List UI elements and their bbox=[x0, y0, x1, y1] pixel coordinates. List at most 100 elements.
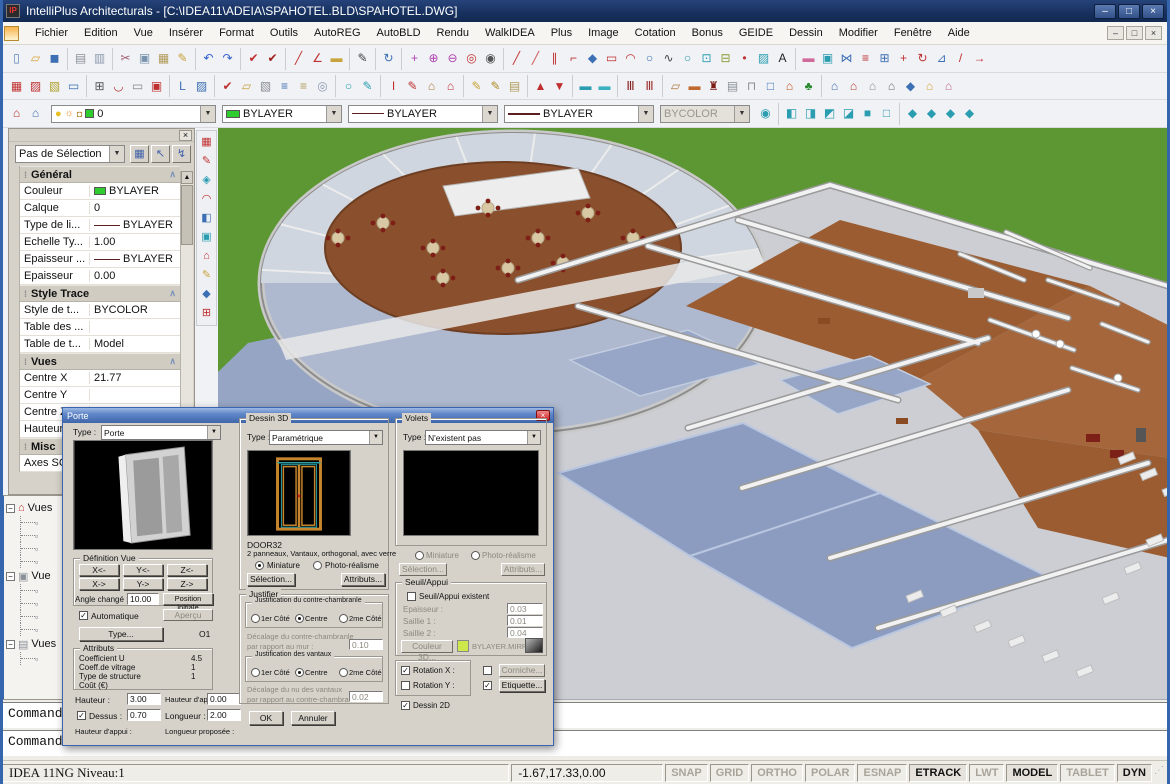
menu-aide[interactable]: Aide bbox=[940, 24, 978, 42]
toggle-ortho[interactable]: ORTHO bbox=[751, 764, 803, 782]
railing-edit-icon[interactable]: Ⅲ bbox=[640, 77, 659, 96]
wall-type-icon[interactable]: ▧ bbox=[45, 77, 64, 96]
title-bar[interactable]: IP IntelliPlus Architecturals - [C:\IDEA… bbox=[0, 0, 1170, 22]
pick-arrow-icon[interactable]: ↖ bbox=[151, 145, 170, 163]
wall-icon[interactable]: ▦ bbox=[7, 77, 26, 96]
ruler-icon[interactable]: ▬ bbox=[327, 49, 346, 68]
cabinet-icon[interactable]: ▤ bbox=[723, 77, 742, 96]
longueur-field[interactable]: 2.00 bbox=[207, 709, 241, 721]
zoom-out-icon[interactable]: ⊖ bbox=[443, 49, 462, 68]
iso-ne-icon[interactable]: ◆ bbox=[941, 104, 960, 123]
menu-vue[interactable]: Vue bbox=[126, 24, 161, 42]
section-header-style-trace[interactable]: ⁞Style Trace∧ bbox=[20, 285, 180, 302]
sofa-icon[interactable]: ▬ bbox=[685, 77, 704, 96]
roof-red-icon[interactable]: ⌂ bbox=[7, 104, 26, 123]
material-swatch[interactable] bbox=[525, 638, 543, 653]
menu-fichier[interactable]: Fichier bbox=[27, 24, 76, 42]
door-2d-preview[interactable] bbox=[247, 450, 351, 536]
menu-inserer[interactable]: Insérer bbox=[161, 24, 211, 42]
v-2me-cote-radio[interactable] bbox=[339, 668, 348, 677]
layer-book-icon[interactable]: ▤ bbox=[505, 77, 524, 96]
property-row-calque[interactable]: Calque0 bbox=[20, 200, 180, 217]
menu-image[interactable]: Image bbox=[580, 24, 627, 42]
insert-block-icon[interactable]: ⊡ bbox=[697, 49, 716, 68]
chair-icon[interactable]: ♜ bbox=[704, 77, 723, 96]
rotation-x-checkbox[interactable]: ✓ bbox=[401, 666, 410, 675]
dessin-2d-checkbox[interactable]: ✓ bbox=[401, 701, 410, 710]
mirror-icon[interactable]: ⋈ bbox=[837, 49, 856, 68]
text-style-icon[interactable]: I bbox=[384, 77, 403, 96]
selection-button[interactable]: Sélection... bbox=[247, 573, 295, 586]
view-y-plus-button[interactable]: Y-> bbox=[123, 578, 163, 590]
check-standards-icon[interactable]: ✔ bbox=[263, 49, 282, 68]
door-3d-preview[interactable] bbox=[73, 440, 213, 550]
property-row-table-des-[interactable]: Table des ... bbox=[20, 319, 180, 336]
expand-icon[interactable]: − bbox=[6, 572, 15, 581]
print-preview-icon[interactable]: ▥ bbox=[90, 49, 109, 68]
circle-tool-icon[interactable]: ○ bbox=[339, 77, 358, 96]
property-value[interactable]: Model bbox=[90, 338, 180, 350]
brush-icon[interactable]: ✎ bbox=[353, 49, 372, 68]
property-value[interactable]: BYLAYER bbox=[90, 185, 180, 197]
corniche-checkbox[interactable]: ✓ bbox=[483, 666, 492, 675]
desk-pc-icon[interactable]: □ bbox=[761, 77, 780, 96]
print-icon[interactable]: ▤ bbox=[71, 49, 90, 68]
house-edit-1-icon[interactable]: ⌂ bbox=[844, 77, 863, 96]
table-icon[interactable]: ⊓ bbox=[742, 77, 761, 96]
v-centre-radio[interactable] bbox=[295, 668, 304, 677]
section-header-general[interactable]: ⁞Général∧ bbox=[20, 166, 180, 183]
v-1er-cote-radio[interactable] bbox=[251, 668, 260, 677]
maximize-button[interactable]: □ bbox=[1118, 4, 1140, 19]
polyline-icon[interactable]: ⌐ bbox=[564, 49, 583, 68]
toggle-grid[interactable]: GRID bbox=[710, 764, 750, 782]
rotation-y-checkbox[interactable]: ✓ bbox=[401, 681, 410, 690]
house-blue-icon[interactable]: ⌂ bbox=[825, 77, 844, 96]
wall-edit-icon[interactable]: ▨ bbox=[26, 77, 45, 96]
mdi-document-icon[interactable] bbox=[4, 26, 19, 41]
toggle-tablet[interactable]: TABLET bbox=[1060, 764, 1115, 782]
automatique-checkbox[interactable]: ✓ bbox=[79, 611, 88, 620]
property-row-type-de-li-[interactable]: Type de li...BYLAYER bbox=[20, 217, 180, 234]
menu-modifier[interactable]: Modifier bbox=[831, 24, 886, 42]
property-row-centre-y[interactable]: Centre Y bbox=[20, 387, 180, 404]
dessus-field[interactable]: 0.70 bbox=[127, 709, 161, 721]
solid-3d-icon[interactable]: ▧ bbox=[256, 77, 275, 96]
property-row-style-de-t-[interactable]: Style de t...BYCOLOR bbox=[20, 302, 180, 319]
door-type-combo[interactable]: Porte▼ bbox=[101, 425, 221, 440]
menu-bonus[interactable]: Bonus bbox=[684, 24, 731, 42]
view-bottom-cube-icon[interactable]: □ bbox=[877, 104, 896, 123]
point-icon[interactable]: • bbox=[735, 49, 754, 68]
hatch-icon[interactable]: ▨ bbox=[754, 49, 773, 68]
select-objects-icon[interactable]: ▦ bbox=[130, 145, 149, 163]
spline-icon[interactable]: ∿ bbox=[659, 49, 678, 68]
property-row-centre-x[interactable]: Centre X21.77 bbox=[20, 370, 180, 387]
collapse-icon[interactable]: ∧ bbox=[169, 169, 176, 180]
wall-dimension-icon[interactable]: ▭ bbox=[64, 77, 83, 96]
view-x-minus-button[interactable]: X<- bbox=[79, 564, 119, 576]
roof-blue-icon[interactable]: ⌂ bbox=[26, 104, 45, 123]
railing-icon[interactable]: Ⅲ bbox=[621, 77, 640, 96]
toggle-polar[interactable]: POLAR bbox=[805, 764, 856, 782]
mdi-minimize-button[interactable]: – bbox=[1107, 26, 1124, 40]
pen-gold-icon[interactable]: ✎ bbox=[467, 77, 486, 96]
scroll-thumb[interactable] bbox=[181, 185, 193, 245]
move-icon[interactable]: + bbox=[894, 49, 913, 68]
menu-autobld[interactable]: AutoBLD bbox=[369, 24, 429, 42]
miniature-radio[interactable] bbox=[255, 561, 264, 570]
pen-gold-2-icon[interactable]: ✎ bbox=[486, 77, 505, 96]
text-icon[interactable]: A bbox=[773, 49, 792, 68]
cc-1er-cote-radio[interactable] bbox=[251, 614, 260, 623]
structure-tree-icon[interactable]: ≡ bbox=[294, 77, 313, 96]
selection-combo[interactable]: Pas de Sélection ▼ bbox=[15, 145, 125, 163]
menu-outils[interactable]: Outils bbox=[262, 24, 306, 42]
open-folder-icon[interactable]: ▱ bbox=[26, 49, 45, 68]
ellipse-icon[interactable]: ○ bbox=[678, 49, 697, 68]
view-ne-cube-icon[interactable]: ◪ bbox=[839, 104, 858, 123]
view-z-plus-button[interactable]: Z-> bbox=[167, 578, 207, 590]
copy-icon[interactable]: ▣ bbox=[135, 49, 154, 68]
view-x-plus-button[interactable]: X-> bbox=[79, 578, 119, 590]
property-value[interactable]: BYLAYER bbox=[90, 219, 180, 231]
select-check-icon[interactable]: ✔ bbox=[218, 77, 237, 96]
collapse-icon[interactable]: ∧ bbox=[169, 356, 176, 367]
find-reference-icon[interactable]: ◎ bbox=[313, 77, 332, 96]
